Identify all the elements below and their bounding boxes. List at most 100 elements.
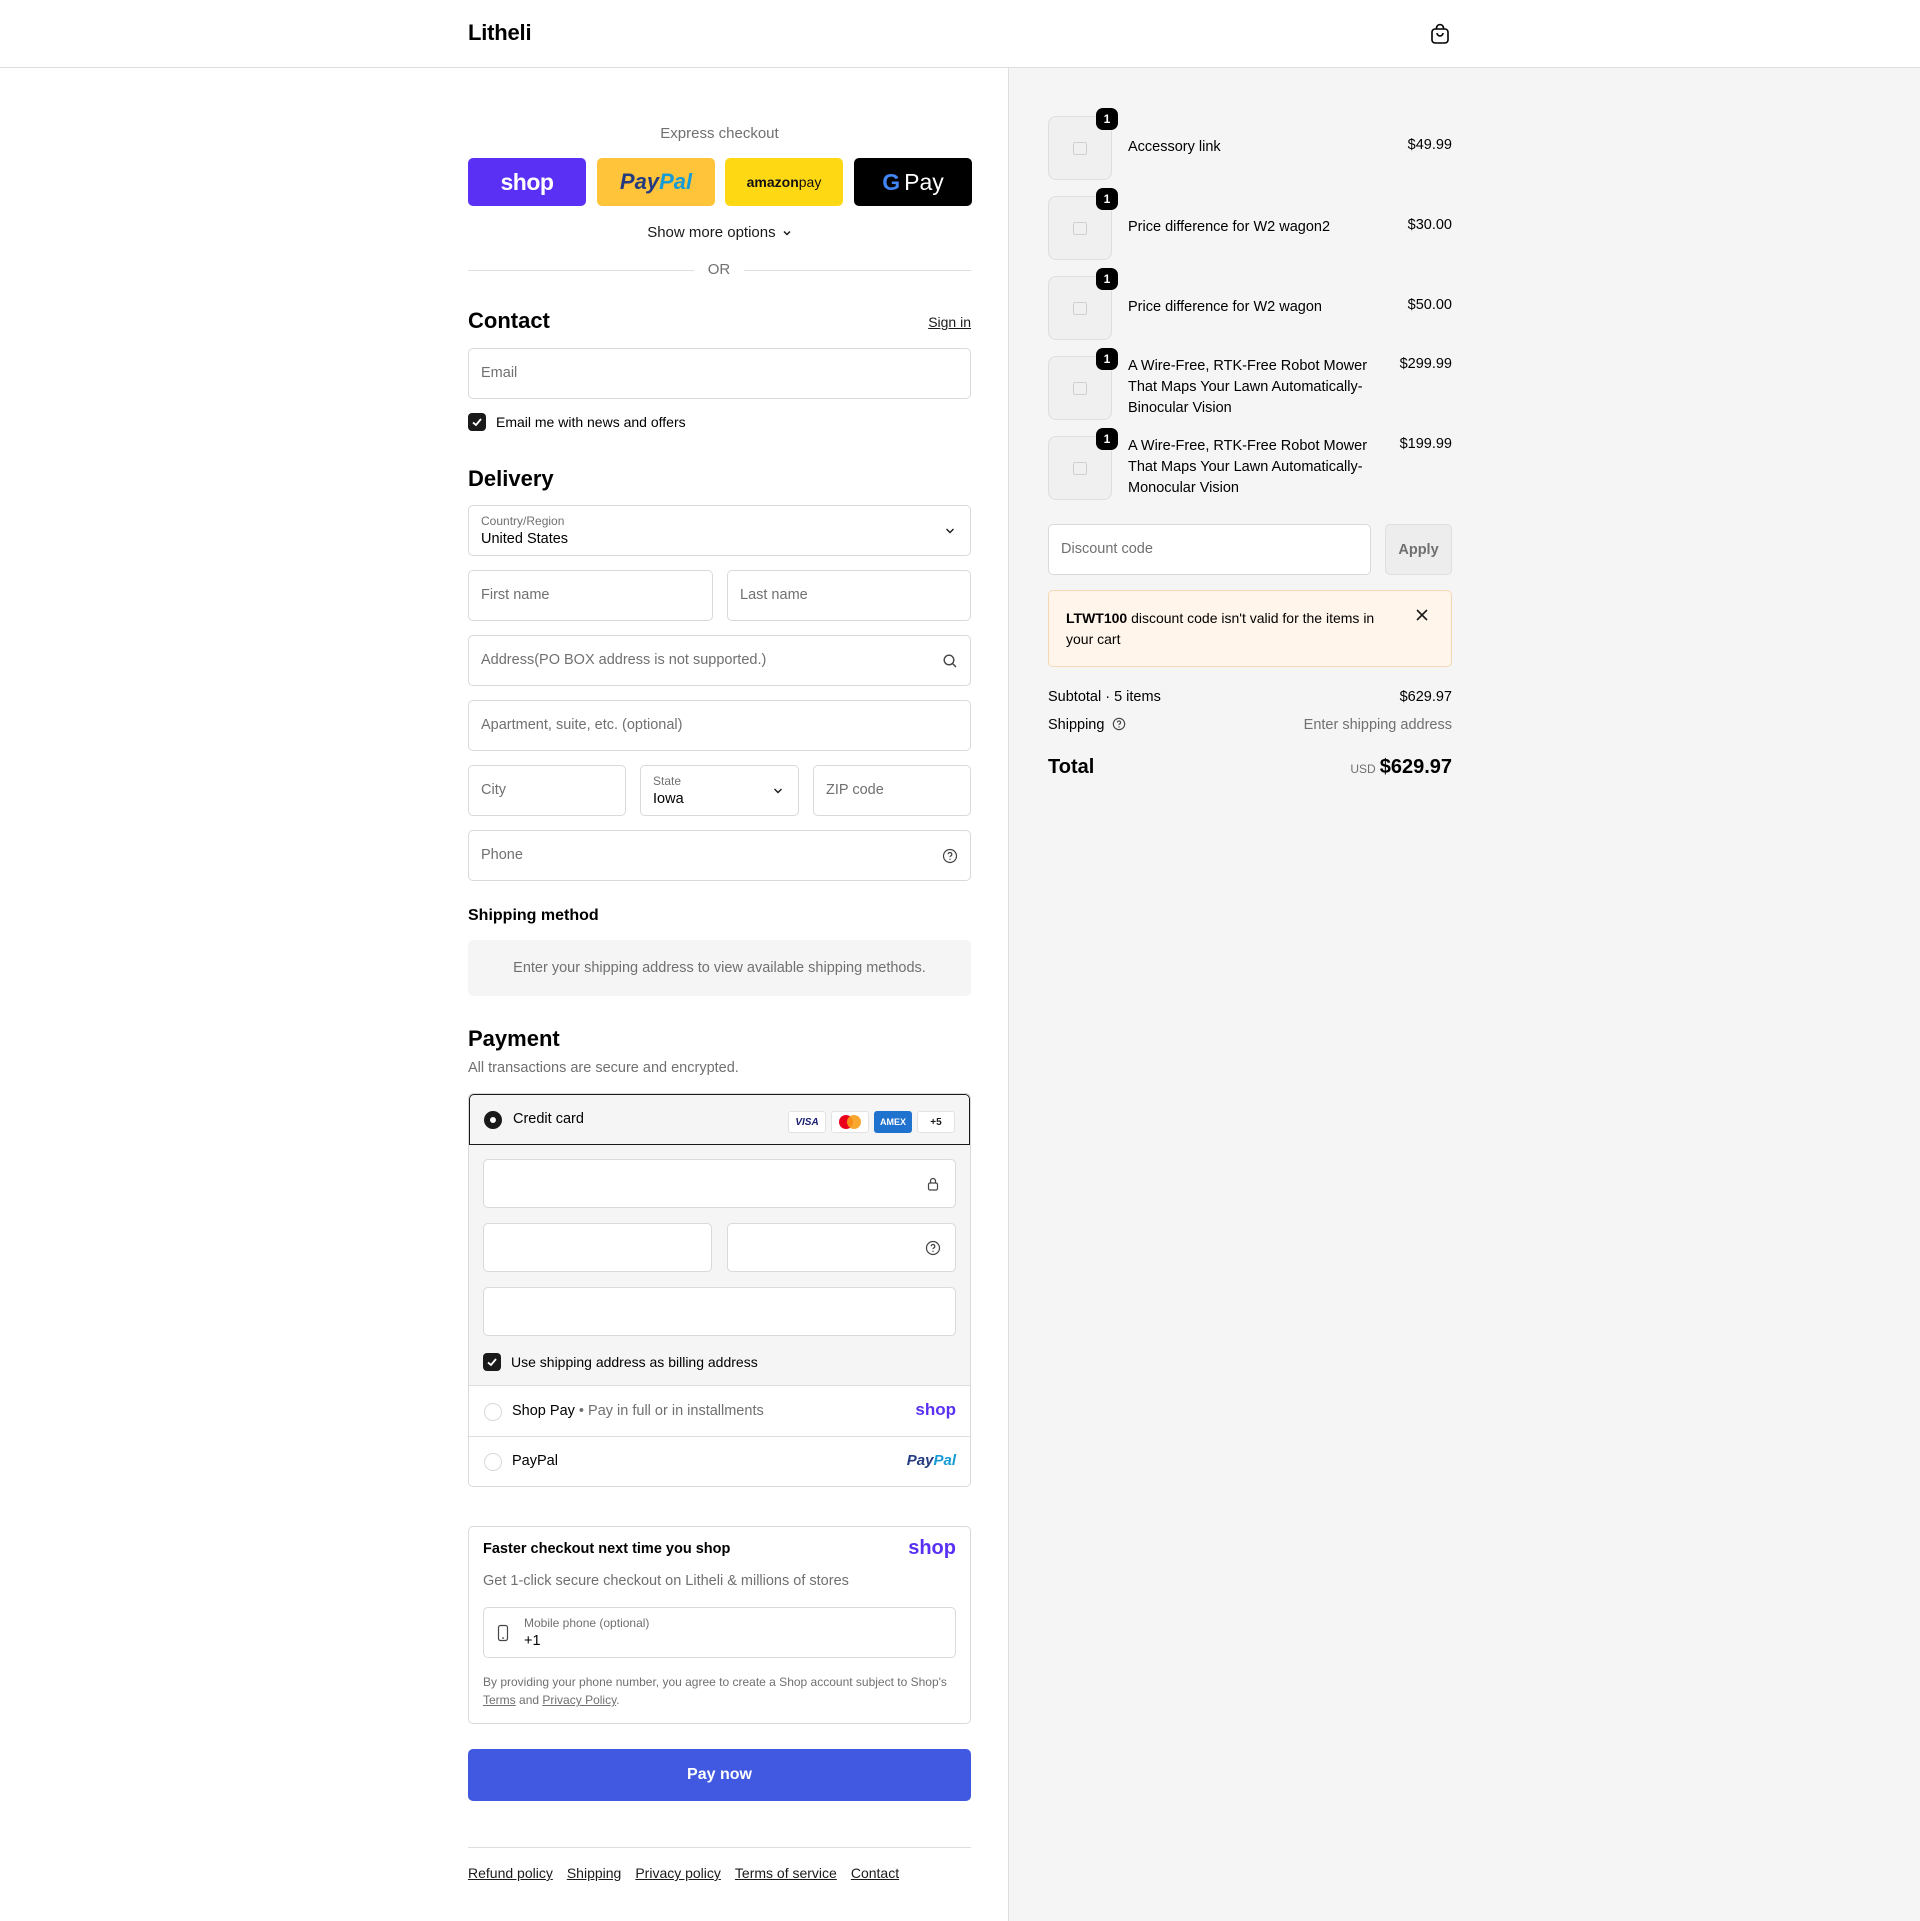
order-summary-panel xyxy=(1008,68,1920,1921)
paypal-option[interactable]: PayPal PayPal xyxy=(469,1437,970,1486)
shop-pay-option[interactable]: Shop Pay • Pay in full or in installment… xyxy=(469,1387,970,1437)
name-on-card-field[interactable] xyxy=(483,1287,956,1336)
shop-pay-radio[interactable] xyxy=(484,1403,502,1421)
shop-logo: shop xyxy=(500,168,554,195)
country-select[interactable]: Country/Region United States xyxy=(468,505,971,556)
more-cards-badge: +5 xyxy=(917,1111,955,1133)
quantity-badge: 1 xyxy=(1096,268,1118,290)
terms-link[interactable]: Terms xyxy=(483,1693,516,1707)
shop-account-promo: Faster checkout next time you shop shop … xyxy=(468,1526,971,1724)
total-row: Total USD $629.97 xyxy=(1048,756,1452,782)
total-value: $629.97 xyxy=(1379,756,1452,778)
state-select[interactable]: State Iowa xyxy=(640,765,799,816)
amazon-pay-express-button[interactable]: amazon pay xyxy=(725,158,843,206)
paypal-logo: PayPal xyxy=(906,1452,956,1469)
store-logo[interactable]: Litheli xyxy=(468,20,532,46)
divider xyxy=(468,1847,971,1848)
expiration-date-field[interactable] xyxy=(483,1223,712,1272)
security-code-field[interactable] xyxy=(727,1223,956,1272)
google-g-icon: G xyxy=(882,168,901,195)
chevron-down-icon xyxy=(946,528,954,534)
terms-of-service-link[interactable]: Terms of service xyxy=(735,1865,837,1881)
item-name: Accessory link xyxy=(1128,139,1221,155)
help-circle-icon[interactable] xyxy=(1112,717,1126,731)
last-name-field[interactable]: Last name xyxy=(727,570,971,621)
first-name-placeholder: First name xyxy=(481,587,550,603)
shop-pay-label: Shop Pay • Pay in full or in installment… xyxy=(512,1403,764,1419)
shop-legal-text: By providing your phone number, you agre… xyxy=(483,1675,947,1707)
paypal-logo-part-1: Pay xyxy=(619,169,660,194)
help-circle-icon[interactable] xyxy=(925,1240,941,1256)
credit-card-radio[interactable] xyxy=(484,1111,502,1129)
apply-discount-button[interactable]: Apply xyxy=(1385,524,1452,575)
quantity-badge: 1 xyxy=(1096,108,1118,130)
item-price: $50.00 xyxy=(1407,297,1452,313)
shop-promo-subtitle: Get 1-click secure checkout on Litheli &… xyxy=(483,1573,849,1589)
quantity-badge: 1 xyxy=(1096,428,1118,450)
contact-link[interactable]: Contact xyxy=(851,1865,899,1881)
apartment-field[interactable]: Apartment, suite, etc. (optional) xyxy=(468,700,971,751)
mobile-phone-icon xyxy=(497,1624,509,1642)
state-label: State xyxy=(653,774,682,788)
paypal-express-button[interactable]: Pay Pal xyxy=(597,158,715,206)
amex-icon: AMEX xyxy=(874,1111,912,1133)
show-more-options-button[interactable]: Show more options xyxy=(468,224,971,241)
paypal-label: PayPal xyxy=(512,1453,558,1469)
shop-pay-subtitle: Pay in full or in installments xyxy=(588,1403,764,1419)
image-placeholder-icon xyxy=(1073,142,1087,155)
billing-address-checkbox[interactable]: Use shipping address as billing address xyxy=(483,1353,758,1371)
help-circle-icon[interactable] xyxy=(942,848,958,864)
credit-card-form: Use shipping address as billing address xyxy=(469,1145,970,1386)
news-offers-checkbox[interactable]: Email me with news and offers xyxy=(468,413,686,431)
apartment-placeholder: Apartment, suite, etc. (optional) xyxy=(481,717,683,733)
subtotal-value: $629.97 xyxy=(1399,689,1452,705)
chevron-down-icon xyxy=(774,788,782,794)
country-label: Country/Region xyxy=(481,514,565,528)
address-field[interactable]: Address(PO BOX address is not supported.… xyxy=(468,635,971,686)
chevron-down-icon xyxy=(783,231,791,236)
quantity-badge: 1 xyxy=(1096,348,1118,370)
privacy-policy-link[interactable]: Privacy policy xyxy=(635,1865,721,1881)
privacy-policy-link[interactable]: Privacy Policy xyxy=(542,1693,616,1707)
contact-heading: Contact xyxy=(468,308,550,333)
country-value: United States xyxy=(481,531,569,547)
item-name: A Wire-Free, RTK-Free Robot Mower That M… xyxy=(1128,438,1368,496)
shop-pay-logo: shop xyxy=(915,1400,956,1419)
amazon-logo: amazon xyxy=(746,174,799,190)
item-price: $299.99 xyxy=(1399,356,1452,372)
shipping-label: Shipping xyxy=(1048,717,1105,733)
lock-icon xyxy=(927,1177,939,1191)
phone-field[interactable]: Phone xyxy=(468,830,971,881)
mobile-phone-value: +1 xyxy=(524,1633,541,1649)
first-name-field[interactable]: First name xyxy=(468,570,713,621)
city-field[interactable]: City xyxy=(468,765,626,816)
bag-icon[interactable] xyxy=(1428,22,1452,46)
email-placeholder: Email xyxy=(481,365,518,381)
mobile-phone-label: Mobile phone (optional) xyxy=(524,1616,650,1630)
shipping-method-notice: Enter your shipping address to view avai… xyxy=(468,940,971,996)
shop-pay-express-button[interactable]: shop xyxy=(468,158,586,206)
shop-pay-title: Shop Pay xyxy=(512,1403,575,1419)
delivery-heading: Delivery xyxy=(468,466,554,491)
shipping-link[interactable]: Shipping xyxy=(567,1865,622,1881)
close-icon[interactable] xyxy=(1415,608,1429,622)
credit-card-option[interactable]: Credit card VISA AMEX +5 xyxy=(469,1094,970,1145)
zip-code-field[interactable]: ZIP code xyxy=(813,765,971,816)
paypal-radio[interactable] xyxy=(484,1453,502,1471)
or-divider-label: OR xyxy=(694,261,744,278)
discount-code-placeholder: Discount code xyxy=(1061,541,1153,557)
image-placeholder-icon xyxy=(1073,462,1087,475)
card-number-field[interactable] xyxy=(483,1159,956,1208)
paypal-logo-part-2: Pal xyxy=(659,169,693,194)
item-price: $49.99 xyxy=(1407,137,1452,153)
refund-policy-link[interactable]: Refund policy xyxy=(468,1865,553,1881)
google-pay-express-button[interactable]: G Pay xyxy=(854,158,972,206)
image-placeholder-icon xyxy=(1073,222,1087,235)
email-field[interactable]: Email xyxy=(468,348,971,399)
mobile-phone-field[interactable]: Mobile phone (optional) +1 xyxy=(483,1607,956,1658)
checkmark-icon xyxy=(483,1353,501,1371)
pay-now-button[interactable]: Pay now xyxy=(468,1749,971,1801)
sign-in-link[interactable]: Sign in xyxy=(928,314,971,330)
discount-code-field[interactable]: Discount code xyxy=(1048,524,1371,575)
header: Litheli xyxy=(0,0,1920,68)
